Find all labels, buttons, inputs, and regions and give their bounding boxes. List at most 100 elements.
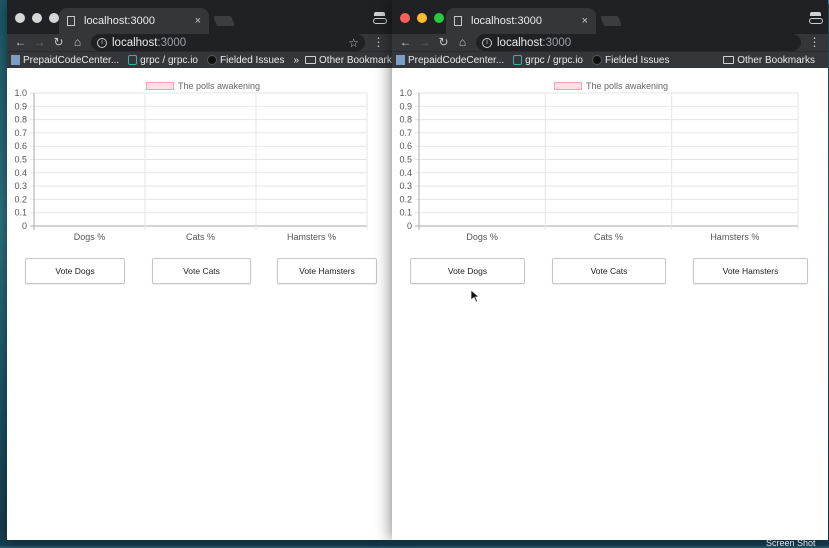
document-icon — [396, 55, 405, 65]
tab-localhost[interactable]: localhost:3000 × — [446, 8, 596, 34]
url-host: localhost — [497, 36, 543, 49]
browser-window-right: localhost:3000 × ← → ↻ ⌂ i localhost:300… — [392, 0, 828, 540]
poll-chart: 0 0.1 0.2 0.3 0.4 0.5 0.6 0.7 0.8 0.9 1.0 Dogs % Cat… — [14, 88, 368, 242]
home-icon[interactable]: ⌂ — [453, 34, 472, 51]
bookmark-prepaid[interactable]: PrepaidCodeCenter... — [396, 55, 504, 66]
mouse-cursor-icon — [471, 290, 480, 302]
github-icon — [591, 55, 602, 65]
y-tick-label: 0.6 — [399, 141, 412, 151]
menu-kebab-icon[interactable]: ⋮ — [369, 34, 388, 51]
minimize-window-button[interactable] — [32, 13, 42, 23]
new-tab-button[interactable] — [213, 16, 235, 26]
document-icon — [11, 55, 20, 65]
close-window-button[interactable] — [15, 13, 25, 23]
vote-dogs-button[interactable]: Vote Dogs — [25, 258, 125, 284]
incognito-icon[interactable] — [809, 12, 823, 24]
bookmark-label: PrepaidCodeCenter... — [23, 54, 120, 66]
bookmark-label: grpc / grpc.io — [140, 54, 198, 66]
incognito-icon[interactable] — [373, 12, 387, 24]
y-tick-label: 0.5 — [14, 155, 27, 165]
back-arrow-icon[interactable]: ← — [396, 34, 415, 51]
browser-toolbar: ← → ↻ ⌂ i localhost:3000 ☆ ⋮ — [7, 34, 392, 51]
tab-strip: localhost:3000 × — [392, 0, 828, 34]
home-icon[interactable]: ⌂ — [68, 34, 87, 51]
y-tick-label: 0.9 — [399, 101, 412, 111]
new-tab-button[interactable] — [600, 16, 622, 26]
bookmark-prepaid[interactable]: PrepaidCodeCenter... — [11, 55, 119, 66]
y-tick-label: 0.1 — [399, 208, 412, 218]
reload-icon[interactable]: ↻ — [434, 34, 453, 51]
bookmark-grpc[interactable]: grpc / grpc.io — [128, 55, 198, 66]
bookmark-label: Fielded Issues — [219, 54, 285, 66]
address-bar[interactable]: i localhost:3000 ☆ — [91, 34, 365, 51]
back-arrow-icon[interactable]: ← — [11, 34, 30, 51]
y-tick-label: 0.2 — [14, 194, 27, 204]
x-tick-label: Hamsters % — [287, 232, 336, 242]
y-tick-label: 0.9 — [14, 101, 27, 111]
vote-hamsters-button[interactable]: Vote Hamsters — [277, 258, 377, 284]
address-bar[interactable]: i localhost:3000 — [476, 34, 801, 51]
bookmarks-bar: PrepaidCodeCenter... grpc / grpc.io Fiel… — [7, 51, 392, 68]
folder-icon — [305, 56, 317, 64]
poll-chart: 0 0.1 0.2 0.3 0.4 0.5 0.6 0.7 0.8 0.9 1.0 Dogs % Cat… — [399, 88, 799, 242]
desktop-screenshot-label: Screen Shot — [766, 538, 816, 548]
y-tick-label: 0.2 — [399, 194, 412, 204]
reload-icon[interactable]: ↻ — [49, 34, 68, 51]
x-tick-label: Cats % — [594, 232, 623, 242]
bookmark-label: Fielded Issues — [604, 54, 670, 66]
y-tick-label: 0.7 — [399, 128, 412, 138]
other-bookmarks[interactable]: Other Bookmarks — [723, 55, 815, 66]
bookmark-label: grpc / grpc.io — [525, 54, 583, 66]
other-bookmarks[interactable]: Other Bookmarks — [305, 55, 392, 66]
tab-close-icon[interactable]: × — [195, 15, 201, 27]
url-port: :3000 — [157, 36, 187, 49]
other-bookmarks-label: Other Bookmarks — [319, 54, 392, 66]
menu-kebab-icon[interactable]: ⋮ — [805, 34, 824, 51]
tab-close-icon[interactable]: × — [582, 15, 588, 27]
y-tick-label: 0.5 — [399, 155, 412, 165]
vote-dogs-button[interactable]: Vote Dogs — [410, 258, 525, 284]
zoom-window-button[interactable] — [49, 13, 59, 23]
url-port: :3000 — [542, 36, 572, 49]
y-tick-label: 0.3 — [399, 181, 412, 191]
folder-icon — [723, 56, 735, 64]
x-tick-label: Dogs % — [466, 232, 498, 242]
bookmarks-overflow-icon[interactable]: » — [293, 55, 299, 66]
grpc-icon — [128, 55, 138, 65]
y-tick-label: 1.0 — [399, 88, 412, 98]
vote-hamsters-button[interactable]: Vote Hamsters — [693, 258, 808, 284]
vote-cats-button[interactable]: Vote Cats — [552, 258, 666, 284]
forward-arrow-icon[interactable]: → — [30, 34, 49, 51]
page-content: The polls awakening 0 0.1 0.2 0.3 0.4 0.5 0.6 0… — [392, 68, 828, 539]
vote-cats-button[interactable]: Vote Cats — [152, 258, 251, 284]
bookmark-grpc[interactable]: grpc / grpc.io — [513, 55, 583, 66]
tab-localhost[interactable]: localhost:3000 × — [59, 8, 209, 34]
bookmark-fielded-issues[interactable]: Fielded Issues — [206, 54, 285, 66]
page-icon — [454, 16, 462, 26]
x-tick-label: Cats % — [186, 232, 215, 242]
x-tick-label: Hamsters % — [710, 232, 759, 242]
forward-arrow-icon[interactable]: → — [415, 34, 434, 51]
browser-toolbar: ← → ↻ ⌂ i localhost:3000 ⋮ — [392, 34, 828, 51]
site-info-icon[interactable]: i — [97, 37, 107, 48]
y-tick-label: 0.8 — [399, 115, 412, 125]
page-content: The polls awakening 0 0.1 0.2 0.3 0.4 0.5 0.6 0… — [7, 68, 392, 539]
browser-window-left: localhost:3000 × ← → ↻ ⌂ i localhost:300… — [7, 0, 392, 540]
x-tick-label: Dogs % — [74, 232, 106, 242]
y-tick-label: 0.3 — [14, 181, 27, 191]
y-tick-label: 0 — [22, 221, 27, 231]
zoom-window-button[interactable] — [434, 13, 444, 23]
other-bookmarks-label: Other Bookmarks — [737, 54, 815, 66]
site-info-icon[interactable]: i — [482, 37, 492, 48]
y-tick-label: 1.0 — [14, 88, 27, 98]
grpc-icon — [513, 55, 523, 65]
tab-title: localhost:3000 — [84, 15, 155, 27]
bookmarks-bar: PrepaidCodeCenter... grpc / grpc.io Fiel… — [392, 51, 828, 68]
minimize-window-button[interactable] — [417, 13, 427, 23]
bookmark-fielded-issues[interactable]: Fielded Issues — [591, 54, 670, 66]
close-window-button[interactable] — [400, 13, 410, 23]
github-icon — [206, 55, 217, 65]
bookmark-star-icon[interactable]: ☆ — [348, 36, 359, 50]
y-tick-label: 0 — [407, 221, 412, 231]
tab-title: localhost:3000 — [471, 15, 542, 27]
